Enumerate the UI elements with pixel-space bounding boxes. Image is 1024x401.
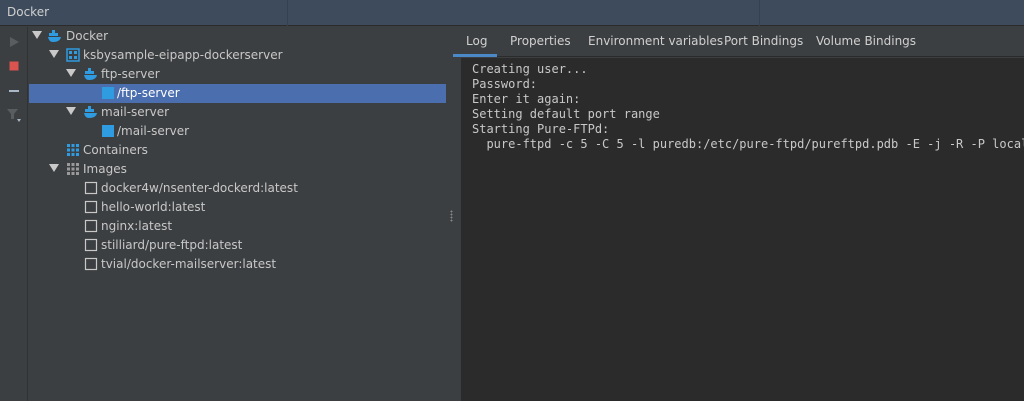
tab-volume-bindings[interactable]: Volume Bindings [816, 27, 916, 57]
log-line: Creating user... [472, 62, 588, 76]
tree-node-label: /ftp-server [117, 86, 180, 100]
tree-node-docker[interactable]: Docker [29, 27, 446, 46]
images-grid-icon [67, 163, 79, 175]
tree-node-label: nginx:latest [101, 219, 173, 233]
tree-node-label: mail-server [101, 105, 170, 119]
tree-node-mail-server[interactable]: mail-server [29, 103, 446, 122]
log-console[interactable]: Creating user... Password: Enter it agai… [461, 58, 1024, 401]
tree-node-image[interactable]: docker4w/nsenter-dockerd:latest [29, 179, 446, 198]
tree-node-label: Docker [66, 29, 109, 43]
image-icon [84, 238, 98, 252]
tree-node-ftp-container[interactable]: /ftp-server [29, 84, 446, 103]
tree-node-label: ksbysample-eipapp-dockerserver [83, 48, 283, 62]
docker-whale-icon [48, 30, 61, 42]
tree-node-label: ftp-server [101, 67, 160, 81]
containers-grid-icon [67, 144, 79, 156]
remove-button[interactable] [6, 83, 22, 99]
stop-icon [9, 61, 19, 71]
tree-node-mail-container[interactable]: /mail-server [29, 122, 446, 141]
run-button[interactable] [6, 34, 22, 50]
tree-node-label: Images [83, 162, 127, 176]
image-icon [84, 181, 98, 195]
docker-whale-icon [84, 106, 97, 118]
log-line: Setting default port range [472, 107, 660, 121]
minus-icon [9, 90, 19, 92]
tool-window-title: Docker [7, 5, 50, 19]
log-line: Password: [472, 77, 538, 91]
tree-node-label: stilliard/pure-ftpd:latest [101, 238, 243, 252]
tree-node-image[interactable]: stilliard/pure-ftpd:latest [29, 236, 446, 255]
tree-node-label: docker4w/nsenter-dockerd:latest [101, 181, 298, 195]
filter-icon [7, 109, 21, 122]
image-icon [84, 219, 98, 233]
tree-node-ftp-server[interactable]: ftp-server [29, 65, 446, 84]
details-panel: Log Properties Environment variables Por… [453, 27, 1024, 401]
tree-node-images[interactable]: Images [29, 160, 446, 179]
container-icon [102, 87, 114, 99]
stop-button[interactable] [6, 58, 22, 74]
tree-node-label: /mail-server [117, 124, 190, 138]
container-icon [102, 125, 114, 137]
tab-log[interactable]: Log [453, 27, 497, 57]
tree-node-server[interactable]: ksbysample-eipapp-dockerserver [29, 46, 446, 65]
server-icon [66, 48, 80, 62]
expand-arrow-icon[interactable] [49, 50, 59, 58]
image-icon [84, 200, 98, 214]
image-icon [84, 257, 98, 271]
expand-arrow-icon[interactable] [66, 69, 76, 77]
tab-environment-variables[interactable]: Environment variables [588, 27, 723, 57]
filter-button[interactable] [6, 107, 22, 123]
tree-node-containers[interactable]: Containers [29, 141, 446, 160]
tree-node-label: hello-world:latest [101, 200, 206, 214]
header-divider [287, 0, 288, 26]
docker-whale-icon [84, 68, 97, 80]
log-line: Enter it again: [472, 92, 581, 106]
docker-toolbar [0, 27, 28, 401]
docker-tree: Docker ksbysample-eipapp-dockerserver ft… [29, 27, 446, 401]
expand-arrow-icon[interactable] [49, 164, 59, 172]
tab-port-bindings[interactable]: Port Bindings [724, 27, 803, 57]
tree-node-label: tvial/docker-mailserver:latest [101, 257, 277, 271]
tree-node-image[interactable]: hello-world:latest [29, 198, 446, 217]
tree-node-image[interactable]: tvial/docker-mailserver:latest [29, 255, 446, 274]
log-line: pure-ftpd -c 5 -C 5 -l puredb:/etc/pure-… [472, 137, 1024, 151]
tree-node-image[interactable]: nginx:latest [29, 217, 446, 236]
play-icon [10, 37, 19, 47]
expand-arrow-icon[interactable] [32, 31, 42, 39]
tool-window-header: Docker [0, 0, 1024, 26]
tree-node-label: Containers [83, 143, 148, 157]
tab-properties[interactable]: Properties [510, 27, 571, 57]
expand-arrow-icon[interactable] [66, 107, 76, 115]
log-line: Starting Pure-FTPd: [472, 122, 610, 136]
header-divider [759, 0, 760, 26]
details-tabs: Log Properties Environment variables Por… [453, 27, 1024, 57]
